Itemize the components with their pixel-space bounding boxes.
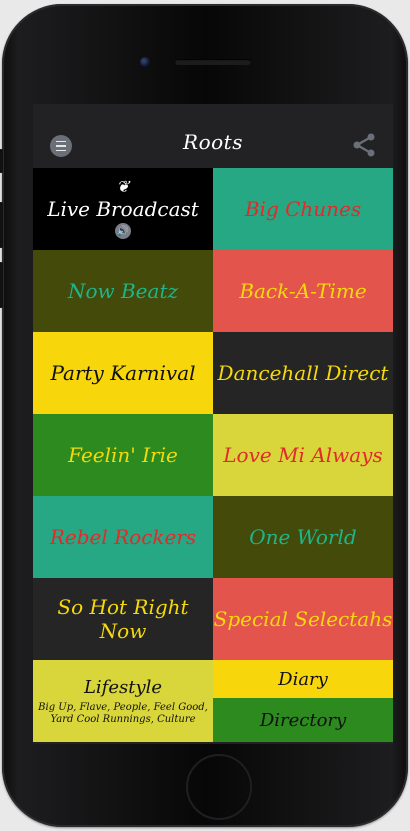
diary-label: Diary [278,668,328,690]
phone-frame: Roots ❦ Live Broadcast 🔊 Big Chunes Now … [0,4,408,827]
tile-live-broadcast[interactable]: ❦ Live Broadcast 🔊 [33,168,213,250]
app-title: Roots [183,130,243,154]
tile-big-chunes[interactable]: Big Chunes [213,168,393,250]
tile-directory[interactable]: Directory [213,698,393,742]
tile-label: Feelin' Irie [68,443,178,467]
lifestyle-title: Lifestyle [83,676,163,698]
tile-label: Party Karnival [50,361,196,385]
tile-label: Live Broadcast [47,197,199,221]
tile-rebel-rockers[interactable]: Rebel Rockers [33,496,213,578]
front-camera [140,57,150,67]
tile-party-karnival[interactable]: Party Karnival [33,332,213,414]
tile-label: Love Mi Always [223,443,383,467]
leaf-logo-icon: ❦ [116,177,130,196]
tile-lifestyle[interactable]: Lifestyle Big Up, Flave, People, Feel Go… [33,660,213,742]
tile-label: Dancehall Direct [217,361,389,385]
earpiece-speaker [175,59,251,65]
tile-special-selectahs[interactable]: Special Selectahs [213,578,393,660]
volume-up-button [0,202,3,248]
tile-label: Now Beatz [67,279,179,303]
tile-one-world[interactable]: One World [213,496,393,578]
tile-diary[interactable]: Diary [213,660,393,698]
tile-label: One World [249,525,357,549]
lifestyle-subtitle: Big Up, Flave, People, Feel Good, Yard C… [38,701,208,725]
home-button[interactable] [186,754,252,820]
tile-dancehall-direct[interactable]: Dancehall Direct [213,332,393,414]
app-screen: Roots ❦ Live Broadcast 🔊 Big Chunes Now … [33,104,393,744]
directory-label: Directory [259,709,347,731]
mute-switch [0,149,3,173]
tile-feelin-irie[interactable]: Feelin' Irie [33,414,213,496]
tile-label: Rebel Rockers [49,525,197,549]
tile-label: Special Selectahs [213,607,393,631]
tile-label: So Hot Right Now [57,595,189,643]
app-header: Roots [33,104,393,168]
speaker-volume-icon[interactable]: 🔊 [115,223,131,239]
tile-now-beatz[interactable]: Now Beatz [33,250,213,332]
volume-down-button [0,262,3,308]
category-grid: ❦ Live Broadcast 🔊 Big Chunes Now Beatz … [33,168,393,742]
tile-so-hot-right-now[interactable]: So Hot Right Now [33,578,213,660]
tile-label: Back-A-Time [239,279,367,303]
tile-label: Big Chunes [244,197,362,221]
share-icon[interactable] [348,129,380,161]
tile-love-mi-always[interactable]: Love Mi Always [213,414,393,496]
tile-back-a-time[interactable]: Back-A-Time [213,250,393,332]
